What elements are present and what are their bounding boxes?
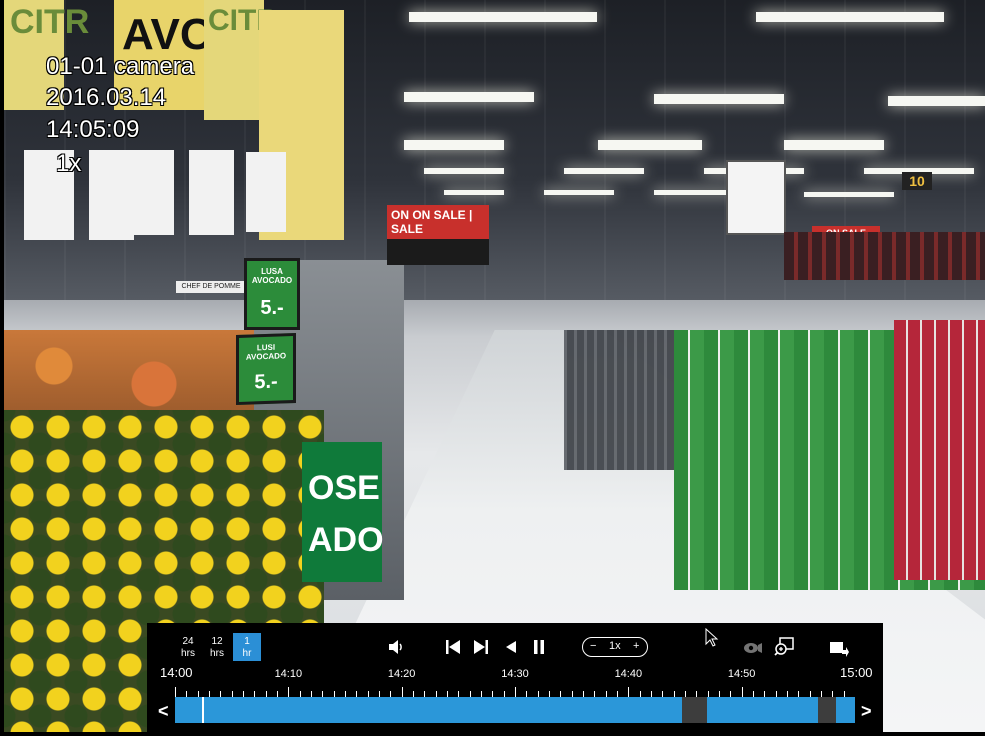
timeline-next-button[interactable]: > bbox=[861, 701, 872, 722]
speed-control: − 1x + bbox=[582, 637, 648, 657]
zoom-in-icon bbox=[774, 637, 794, 656]
hanging-display bbox=[726, 160, 786, 235]
hanging-sign bbox=[189, 150, 234, 235]
reverse-play-icon bbox=[506, 641, 516, 653]
ceiling-light bbox=[409, 12, 597, 22]
ceiling-light bbox=[544, 190, 614, 195]
ceiling-light bbox=[424, 168, 504, 174]
next-segment-button[interactable] bbox=[473, 639, 489, 660]
time-label: 14:05:09 bbox=[46, 116, 140, 143]
on-sale-board: ON ON SALE | SALE bbox=[387, 205, 489, 265]
timeline-end-label: 15:00 bbox=[840, 665, 873, 680]
timeline-prev-button[interactable]: < bbox=[158, 701, 169, 722]
pause-button[interactable] bbox=[533, 640, 545, 659]
range-12hrs-button[interactable]: 12 hrs bbox=[203, 633, 231, 661]
speaker-icon bbox=[389, 640, 402, 654]
price-sign-lusi: LUSI AVOCADO 5.- bbox=[236, 332, 296, 406]
timeline-tick-label: 14:40 bbox=[614, 668, 643, 680]
ceiling-light bbox=[654, 190, 734, 195]
timeline-tick-label: 14:10 bbox=[274, 668, 303, 680]
ceiling-light bbox=[654, 94, 784, 104]
hanging-sign bbox=[89, 150, 134, 240]
speed-decrease-button[interactable]: − bbox=[590, 640, 596, 652]
playback-speed-label: 1x bbox=[56, 150, 82, 177]
playhead[interactable] bbox=[202, 697, 205, 723]
timeline-tick-label: 14:50 bbox=[727, 668, 756, 680]
ceiling-light bbox=[404, 140, 504, 150]
speed-value: 1x bbox=[609, 640, 621, 652]
hanging-sign bbox=[246, 152, 286, 232]
zoom-button[interactable] bbox=[774, 637, 794, 662]
hanging-sign bbox=[129, 150, 174, 235]
ceiling-light bbox=[756, 12, 944, 22]
reverse-play-button[interactable] bbox=[505, 640, 517, 659]
shopping-cart bbox=[564, 330, 674, 470]
playback-panel: 24 hrs 12 hrs 1 hr − 1x + 14:00 15:00 14… bbox=[147, 623, 883, 736]
previous-segment-button[interactable] bbox=[445, 639, 461, 660]
timeline-tick-label: 14:20 bbox=[387, 668, 416, 680]
ceiling-light bbox=[564, 168, 644, 174]
ceiling-light bbox=[784, 140, 884, 150]
camera-icon bbox=[744, 643, 762, 653]
skip-back-icon bbox=[446, 640, 460, 654]
snapshot-button[interactable] bbox=[743, 641, 763, 660]
speed-increase-button[interactable]: + bbox=[633, 640, 639, 652]
range-24hrs-button[interactable]: 24 hrs bbox=[174, 633, 202, 661]
range-1hr-button[interactable]: 1 hr bbox=[233, 633, 261, 661]
ceiling-light bbox=[404, 92, 534, 102]
recording-gap bbox=[818, 697, 836, 723]
date-label: 2016.03.14 bbox=[46, 84, 167, 111]
ceiling-light bbox=[444, 190, 504, 195]
skip-forward-icon bbox=[474, 640, 488, 654]
mouse-cursor-icon bbox=[705, 628, 719, 647]
export-video-icon bbox=[830, 642, 849, 657]
produce-display bbox=[4, 330, 254, 420]
wine-shelf bbox=[784, 232, 985, 280]
timeline-ticks bbox=[175, 687, 845, 697]
ceiling-light bbox=[598, 140, 702, 150]
pause-icon bbox=[534, 640, 544, 654]
green-banner-sign: OSE ADO bbox=[302, 442, 384, 582]
timeline-tick-label: 14:30 bbox=[501, 668, 529, 680]
red-product-shelves bbox=[894, 320, 985, 580]
ceiling-light bbox=[888, 96, 985, 106]
aisle-number-sign: 10 bbox=[902, 172, 932, 190]
shelf-sign: CHEF DE POMME bbox=[176, 281, 246, 293]
hanging-banner-right: CITR bbox=[204, 0, 278, 120]
recording-gap bbox=[681, 697, 708, 723]
export-button[interactable] bbox=[829, 641, 849, 662]
price-sign-lusa: LUSA AVOCADO 5.- bbox=[244, 258, 300, 330]
recording-timeline[interactable] bbox=[175, 697, 855, 723]
camera-name-label: 01-01 camera bbox=[46, 53, 195, 80]
timeline-start-label: 14:00 bbox=[160, 665, 193, 680]
ceiling-light bbox=[804, 192, 894, 197]
volume-button[interactable] bbox=[388, 639, 406, 660]
